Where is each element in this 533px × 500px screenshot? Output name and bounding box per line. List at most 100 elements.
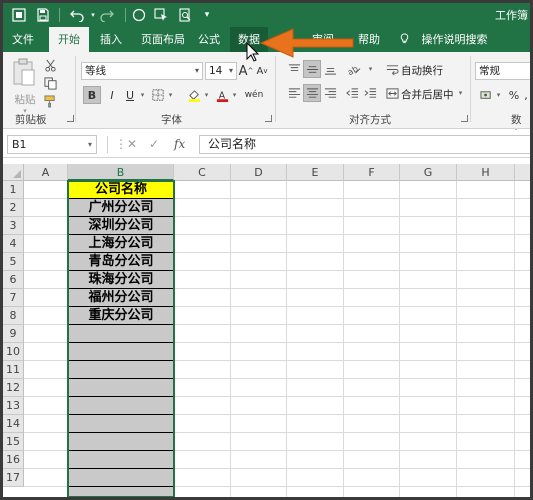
row-header[interactable]: 7	[3, 289, 24, 307]
clipboard-launcher-icon[interactable]	[67, 115, 74, 122]
number-format-value: 常规	[479, 65, 500, 77]
row-header[interactable]: 9	[3, 325, 24, 343]
insert-function-button[interactable]: fx	[174, 135, 185, 153]
column-header-e[interactable]: E	[287, 164, 344, 181]
name-box-dropdown-icon[interactable]: ▾	[88, 136, 92, 153]
column-header-g[interactable]: G	[400, 164, 457, 181]
row-header[interactable]: 10	[3, 343, 24, 361]
column-header-d[interactable]: D	[231, 164, 287, 181]
merge-center-icon[interactable]	[383, 84, 401, 102]
row-header[interactable]: 5	[3, 253, 24, 271]
orientation-dropdown-icon[interactable]: ▾	[365, 60, 375, 78]
row-header[interactable]: 2	[3, 199, 24, 217]
autosave-icon[interactable]	[11, 7, 27, 23]
font-name-value: 等线	[85, 65, 106, 77]
redo-icon[interactable]	[99, 7, 115, 23]
tab-page-layout[interactable]: 页面布局	[133, 27, 193, 52]
borders-dropdown-icon[interactable]: ▾	[165, 86, 175, 104]
merge-dropdown-icon[interactable]: ▾	[455, 84, 465, 102]
row-header[interactable]: 1	[3, 181, 24, 199]
column-header-c[interactable]: C	[174, 164, 231, 181]
column-header-b[interactable]: B	[68, 164, 174, 181]
excel-window: ▾ ▾ 工作簿 文件 开始 插入 页面布局 公式 数据 审阅 帮助 操作说明搜索	[3, 3, 530, 497]
number-format-combo[interactable]: 常规	[475, 62, 530, 80]
row-header[interactable]: 15	[3, 433, 24, 451]
underline-dropdown-icon[interactable]: ▾	[137, 86, 147, 104]
select-pointer-icon[interactable]	[153, 7, 169, 23]
percent-style-button[interactable]: %	[505, 86, 523, 104]
print-preview-icon[interactable]	[177, 7, 193, 23]
wrap-text-label[interactable]: 自动换行	[401, 63, 443, 78]
orientation-icon[interactable]: ab	[343, 60, 365, 78]
font-name-combo[interactable]: 等线 ▾	[81, 62, 203, 80]
save-icon[interactable]	[35, 7, 51, 23]
tab-data[interactable]: 数据	[230, 27, 268, 52]
cancel-entry-icon[interactable]: ✕	[127, 135, 137, 153]
decrease-indent-icon[interactable]	[343, 84, 361, 102]
alignment-launcher-icon[interactable]	[461, 115, 468, 122]
shrink-font-icon[interactable]: Av	[255, 62, 269, 80]
font-size-value: 14	[209, 65, 223, 77]
cell-area[interactable]: 公司名称 广州分公司 深圳分公司 上海分公司 青岛分公司 珠海分公司 福州分公司…	[24, 180, 530, 497]
increase-indent-icon[interactable]	[361, 84, 379, 102]
row-header[interactable]: 8	[3, 307, 24, 325]
font-size-combo[interactable]: 14 ▾	[205, 62, 237, 80]
name-box[interactable]: B1 ▾	[7, 135, 97, 154]
alignment-group-label: 对齐方式	[349, 114, 391, 126]
align-middle-icon[interactable]	[303, 60, 321, 78]
tell-me-box[interactable]: 操作说明搜索	[399, 27, 488, 52]
ribbon-tabs: 文件 开始 插入 页面布局 公式 数据 审阅 帮助 操作说明搜索	[3, 27, 530, 52]
comma-style-icon[interactable]: ,	[522, 86, 530, 104]
font-launcher-icon[interactable]	[265, 115, 272, 122]
row-header[interactable]: 6	[3, 271, 24, 289]
align-top-icon[interactable]	[285, 60, 303, 78]
merge-center-label[interactable]: 合并后居中	[401, 87, 454, 102]
row-header[interactable]: 13	[3, 397, 24, 415]
row-header[interactable]: 17	[3, 469, 24, 487]
cut-icon[interactable]	[41, 56, 59, 74]
row-header[interactable]: 16	[3, 451, 24, 469]
wrap-text-icon[interactable]	[383, 60, 401, 78]
tab-help[interactable]: 帮助	[349, 27, 389, 52]
align-right-icon[interactable]	[321, 84, 339, 102]
tab-insert[interactable]: 插入	[91, 27, 131, 52]
window-title: 工作簿	[495, 9, 528, 22]
font-color-dropdown-icon[interactable]: ▾	[229, 86, 239, 104]
formula-input[interactable]: 公司名称	[199, 135, 530, 154]
align-center-icon[interactable]	[303, 84, 321, 102]
shape-circle-icon[interactable]	[131, 7, 147, 23]
row-header[interactable]: 3	[3, 217, 24, 235]
tab-home[interactable]: 开始	[49, 27, 89, 52]
grow-font-icon[interactable]: A ^	[239, 62, 254, 80]
tab-formulas[interactable]: 公式	[191, 27, 227, 52]
dots-handle-icon[interactable]: ⋮	[115, 135, 127, 153]
column-header-f[interactable]: F	[344, 164, 400, 181]
paste-icon	[13, 58, 35, 86]
bold-button[interactable]: B	[83, 86, 101, 104]
italic-button[interactable]: I	[103, 86, 121, 104]
column-header-a[interactable]: A	[24, 164, 68, 181]
row-header[interactable]: 4	[3, 235, 24, 253]
align-left-icon[interactable]	[285, 84, 303, 102]
paste-label: 粘贴	[14, 94, 36, 106]
format-painter-icon[interactable]	[41, 92, 59, 110]
svg-text:ab: ab	[347, 63, 360, 76]
tab-file[interactable]: 文件	[3, 27, 43, 52]
row-header[interactable]: 14	[3, 415, 24, 433]
paste-button[interactable]: 粘贴 ▾	[11, 58, 39, 115]
undo-icon[interactable]	[69, 7, 85, 23]
phonetic-guide-icon[interactable]: wén	[243, 86, 265, 104]
align-bottom-icon[interactable]	[321, 60, 339, 78]
column-header-i[interactable]	[515, 164, 530, 181]
row-header[interactable]: 11	[3, 361, 24, 379]
worksheet-grid: A B C D E F G H 1 2 3 4 5 6 7 8 9 10 11 …	[3, 164, 530, 497]
fill-color-dropdown-icon[interactable]: ▾	[201, 86, 211, 104]
copy-icon[interactable]	[41, 74, 59, 92]
accounting-dropdown-icon[interactable]: ▾	[493, 86, 503, 104]
column-header-h[interactable]: H	[457, 164, 515, 181]
confirm-entry-icon[interactable]: ✓	[149, 135, 159, 153]
select-all-button[interactable]	[3, 164, 24, 181]
tab-review[interactable]: 审阅	[303, 27, 343, 52]
row-header[interactable]: 12	[3, 379, 24, 397]
customize-toolbar-icon[interactable]: ▾	[199, 7, 215, 23]
